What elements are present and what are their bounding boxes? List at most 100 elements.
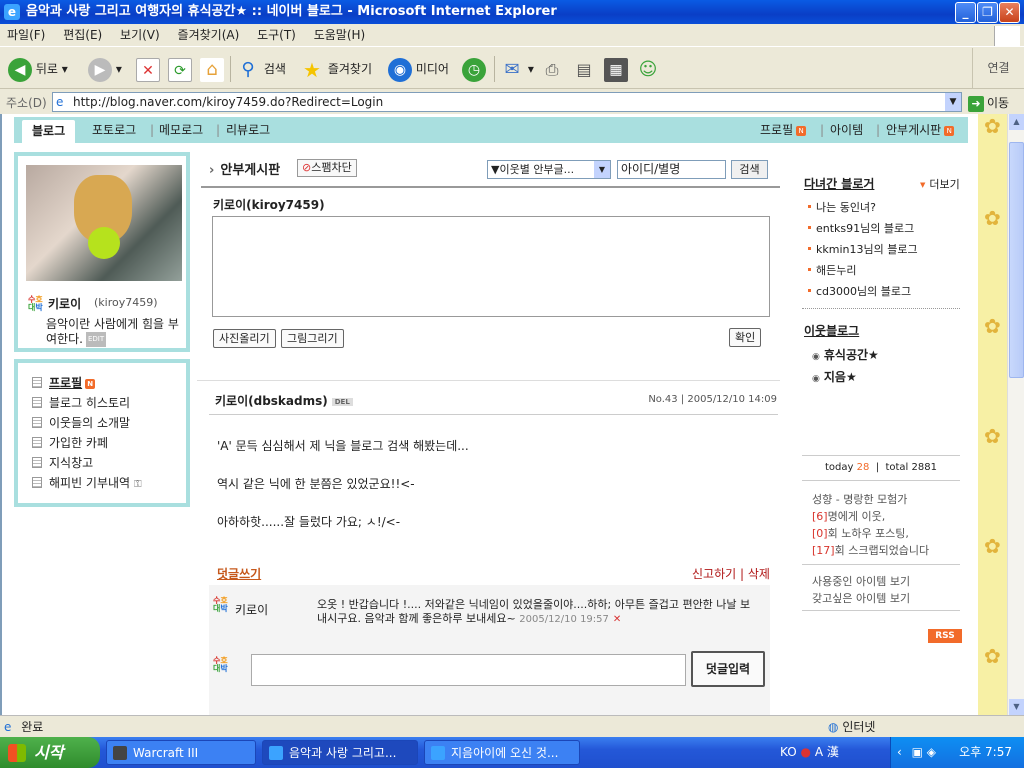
scroll-thumb[interactable]	[1009, 142, 1024, 378]
back-button[interactable]: ◀ 뒤로 ▾	[8, 56, 68, 82]
menu-edit[interactable]: 편집(E)	[56, 24, 109, 47]
side-menu-history[interactable]: 블로그 히스토리	[32, 394, 130, 411]
menu-help[interactable]: 도움말(H)	[307, 24, 373, 47]
total-count: 2881	[911, 462, 937, 473]
writer-name: 키로이(kiroy7459)	[213, 198, 325, 212]
messenger-button[interactable]: ☺	[636, 56, 660, 82]
close-button[interactable]: ✕	[999, 2, 1020, 23]
commenter-logo: 수호대박	[213, 597, 229, 613]
tab-memolog[interactable]: 메모로그	[159, 117, 203, 143]
side-menu-cafe[interactable]: 가입한 카페	[32, 434, 108, 451]
menu-file[interactable]: 파일(F)	[0, 24, 52, 47]
draw-button[interactable]: 그림그리기	[281, 329, 344, 348]
address-input[interactable]: e http://blog.naver.com/kiroy7459.do?Red…	[52, 92, 962, 112]
search-button[interactable]: ⚲ 검색	[236, 56, 286, 82]
ime-icon: ●	[800, 745, 811, 759]
menu-favorites[interactable]: 즐겨찾기(A)	[171, 24, 247, 47]
refresh-button[interactable]: ⟳	[168, 56, 192, 82]
back-icon: ◀	[8, 57, 32, 82]
comment-input[interactable]	[251, 654, 686, 686]
nav-item[interactable]: 아이템	[830, 117, 863, 143]
go-button[interactable]: ➜ 이동	[968, 94, 1009, 112]
tab-photolog[interactable]: 포토로그	[92, 117, 136, 143]
forward-button[interactable]: ▶ ▾	[88, 56, 122, 82]
ie-icon	[431, 746, 445, 760]
edit-button[interactable]: EDIT	[85, 332, 107, 347]
visited-item[interactable]: 해든누리	[808, 262, 856, 278]
tray-icons[interactable]: ▣ ◈	[912, 745, 936, 759]
windows-flag-icon	[8, 744, 26, 762]
visited-item[interactable]: 나는 동인녀?	[808, 199, 876, 215]
post-line: 아하하핫......잘 들렀다 가요; ㅅ!/<-	[217, 515, 401, 529]
task-warcraft[interactable]: Warcraft III	[106, 740, 256, 765]
reply-link[interactable]: 덧글쓰기	[217, 565, 261, 582]
maximize-button[interactable]: ❐	[977, 2, 998, 23]
favorites-button[interactable]: ★ 즐겨찾기	[300, 56, 372, 82]
media-button[interactable]: ◉ 미디어	[388, 56, 449, 82]
tray-expand-icon[interactable]: ‹	[897, 745, 902, 759]
tab-blog[interactable]: 블로그	[22, 120, 76, 143]
star-icon: ★	[303, 57, 321, 82]
id-search-input[interactable]: 아이디/별명	[617, 160, 726, 179]
neighbor-filter-select[interactable]: ▼이웃별 안부글... ▼	[487, 160, 611, 179]
discuss-button[interactable]: ▦	[604, 56, 628, 82]
neighbor-item[interactable]: 지음★	[812, 368, 857, 385]
task-jieum-window[interactable]: 지음아이에 오신 것...	[424, 740, 580, 765]
menu-view[interactable]: 보기(V)	[113, 24, 167, 47]
report-delete-links[interactable]: 신고하기 | 삭제	[692, 565, 770, 582]
neighbor-blogs-title[interactable]: 이웃블로그	[804, 322, 859, 339]
nav-profile[interactable]: 프로필 N	[760, 117, 807, 143]
guestbook-search-button[interactable]: 검색	[731, 160, 768, 179]
page-icon: e	[56, 95, 64, 109]
items-using-link[interactable]: 사용중인 아이템 보기	[812, 573, 910, 589]
language-bar[interactable]: KO ● A 漢	[780, 737, 839, 768]
guestbook-textarea[interactable]	[212, 216, 770, 317]
mail-button[interactable]: ✉ ▾	[500, 56, 533, 82]
task-blog-window[interactable]: 음악과 사랑 그리고...	[262, 740, 418, 765]
tab-reviewlog[interactable]: 리뷰로그	[226, 117, 270, 143]
new-badge: N	[944, 125, 955, 136]
more-link[interactable]: 더보기	[920, 176, 959, 192]
x-icon[interactable]: ✕	[613, 614, 621, 625]
logo-glyph: 박	[220, 604, 228, 613]
nav-guestbook[interactable]: 안부게시판 N	[886, 117, 955, 143]
scroll-up-icon[interactable]: ▲	[1009, 114, 1024, 130]
divider	[209, 414, 778, 415]
divider	[201, 186, 780, 188]
photo-upload-button[interactable]: 사진올리기	[213, 329, 276, 348]
minimize-button[interactable]: _	[955, 2, 976, 23]
side-menu-neighbors-intro[interactable]: 이웃들의 소개말	[32, 414, 130, 431]
side-menu-knowledge[interactable]: 지식창고	[32, 454, 93, 471]
rss-button[interactable]: RSS	[928, 629, 962, 643]
items-want-link[interactable]: 갖고싶은 아이템 보기	[812, 590, 910, 606]
comment-submit-button[interactable]: 덧글입력	[691, 651, 765, 687]
menu-tools[interactable]: 도구(T)	[250, 24, 303, 47]
print-button[interactable]: ⎙	[540, 56, 564, 82]
visited-bloggers-title[interactable]: 다녀간 블로거	[804, 175, 874, 192]
vertical-scrollbar[interactable]: ▲ ▼	[1007, 114, 1024, 715]
visited-item[interactable]: cd3000님의 블로그	[808, 283, 911, 299]
system-tray: ‹ ▣ ◈ 오후 7:57	[890, 737, 1024, 768]
scroll-down-icon[interactable]: ▼	[1009, 699, 1024, 715]
discuss-icon: ▦	[604, 57, 628, 82]
spam-block-button[interactable]: ⊘스팸차단	[297, 159, 357, 177]
flower-icon: ✿	[984, 114, 1001, 138]
neighbor-item[interactable]: 휴식공간★	[812, 346, 879, 363]
visited-item[interactable]: entks91님의 블로그	[808, 220, 914, 236]
address-label: 주소(D)	[6, 96, 47, 110]
links-button[interactable]: 연결	[972, 48, 1024, 89]
home-button[interactable]: ⌂	[200, 56, 224, 82]
history-button[interactable]: ◷	[462, 56, 486, 82]
guestbook-title: 안부게시판	[209, 159, 280, 178]
delete-badge[interactable]: DEL	[331, 397, 353, 406]
side-menu-profile[interactable]: 프로필 N	[32, 374, 96, 391]
warcraft-icon	[113, 746, 127, 760]
confirm-button[interactable]: 확인	[729, 328, 762, 347]
stop-button[interactable]: ✕	[136, 56, 160, 82]
side-menu-happybean[interactable]: 해피빈 기부내역 ⚿	[32, 474, 142, 491]
visited-item[interactable]: kkmin13님의 블로그	[808, 241, 918, 257]
start-button[interactable]: 시작	[0, 737, 100, 768]
chevron-down-icon[interactable]: ▼	[945, 93, 961, 111]
edit-button[interactable]: ▤	[572, 56, 596, 82]
comment-logo-select[interactable]: 수호대박	[213, 657, 229, 673]
